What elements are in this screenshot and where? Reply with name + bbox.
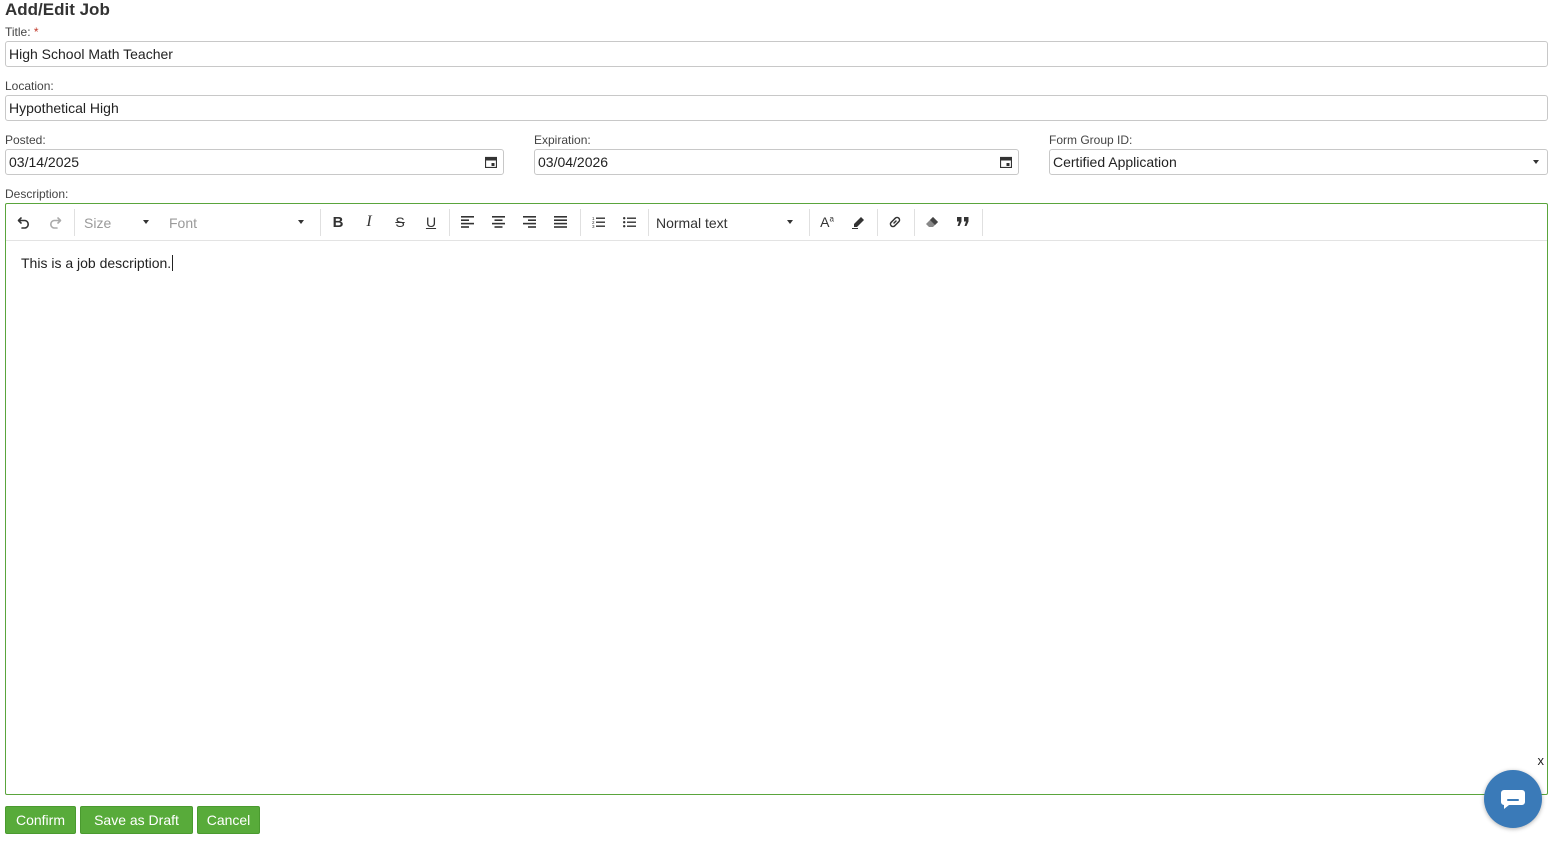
calendar-icon[interactable] (1000, 156, 1012, 168)
font-family-select[interactable]: Font (169, 212, 309, 234)
description-label: Description: (5, 187, 69, 201)
save-as-draft-button[interactable]: Save as Draft (80, 806, 193, 834)
editor-content-area[interactable]: This is a job description. (21, 254, 174, 272)
align-justify-icon (553, 216, 567, 228)
form-group-selected-value: Certified Application (1053, 154, 1177, 170)
align-center-icon (491, 216, 505, 228)
form-group-label: Form Group ID: (1049, 133, 1133, 147)
posted-date-input[interactable]: 03/14/2025 (5, 149, 504, 175)
unordered-list-button[interactable] (618, 211, 640, 233)
expiration-label: Expiration: (534, 133, 591, 147)
location-input[interactable] (5, 95, 1548, 121)
title-label: Title: * (5, 25, 39, 39)
form-group-select[interactable]: Certified Application (1049, 149, 1548, 175)
chevron-down-icon (298, 220, 304, 224)
strikethrough-icon: S (395, 214, 405, 230)
italic-icon: I (366, 213, 372, 230)
toolbar-separator (74, 209, 75, 236)
undo-button[interactable] (13, 211, 35, 233)
title-input[interactable] (5, 41, 1548, 67)
chat-widget-button[interactable] (1484, 770, 1542, 828)
chevron-down-icon (787, 220, 793, 224)
font-family-placeholder: Font (169, 215, 198, 231)
align-justify-button[interactable] (549, 211, 571, 233)
posted-date-value: 03/14/2025 (9, 154, 80, 170)
highlight-icon (851, 216, 864, 229)
eraser-icon (926, 216, 938, 227)
toolbar-separator (877, 209, 878, 236)
chevron-down-icon (143, 220, 149, 224)
font-color-icon: Aa (820, 214, 834, 230)
expiration-date-input[interactable]: 03/04/2026 (534, 149, 1019, 175)
align-left-icon (460, 216, 474, 228)
italic-button[interactable]: I (358, 211, 380, 233)
align-center-button[interactable] (487, 211, 509, 233)
font-color-button[interactable]: Aa (816, 211, 838, 233)
close-editor-button[interactable]: x (1538, 754, 1545, 768)
ordered-list-icon: 1 2 3 (592, 216, 605, 228)
expiration-date-value: 03/04/2026 (538, 154, 609, 170)
align-right-button[interactable] (518, 211, 540, 233)
toolbar-separator (648, 209, 649, 236)
clear-format-button[interactable] (921, 211, 943, 233)
underline-button[interactable]: U (420, 211, 442, 233)
editor-content-text: This is a job description. (21, 255, 172, 271)
block-format-select[interactable]: Normal text (656, 212, 806, 234)
block-format-value: Normal text (656, 215, 728, 231)
bold-icon: B (332, 213, 344, 231)
align-right-icon (522, 216, 536, 228)
link-icon (889, 216, 901, 228)
highlight-button[interactable] (847, 211, 869, 233)
toolbar-separator (449, 209, 450, 236)
bold-button[interactable]: B (327, 211, 349, 233)
page-title: Add/Edit Job (5, 0, 110, 19)
redo-icon (50, 217, 62, 229)
chat-icon (1501, 790, 1525, 809)
required-marker: * (33, 25, 39, 39)
link-button[interactable] (884, 211, 906, 233)
strikethrough-button[interactable]: S (389, 211, 411, 233)
underline-icon: U (425, 214, 437, 230)
rich-text-editor: Size Font B I S U 1 2 3 Normal text Aa T… (5, 203, 1548, 795)
blockquote-button[interactable] (952, 211, 974, 233)
toolbar-separator (320, 209, 321, 236)
quote-icon (957, 217, 969, 226)
undo-icon (17, 217, 29, 229)
cancel-button[interactable]: Cancel (197, 806, 260, 834)
editor-toolbar: Size Font B I S U 1 2 3 Normal text Aa (6, 204, 1547, 241)
text-cursor (172, 255, 174, 271)
redo-button[interactable] (44, 211, 66, 233)
location-label: Location: (5, 79, 54, 93)
confirm-button[interactable]: Confirm (5, 806, 76, 834)
toolbar-separator (809, 209, 810, 236)
font-size-placeholder: Size (84, 215, 112, 231)
posted-label: Posted: (5, 133, 46, 147)
align-left-button[interactable] (456, 211, 478, 233)
ordered-list-button[interactable]: 1 2 3 (587, 211, 609, 233)
calendar-icon[interactable] (485, 156, 497, 168)
unordered-list-icon (622, 217, 636, 228)
svg-text:3: 3 (592, 224, 595, 228)
chevron-down-icon (1533, 160, 1539, 164)
title-label-text: Title: (5, 25, 31, 39)
toolbar-separator (580, 209, 581, 236)
toolbar-separator (982, 209, 983, 236)
toolbar-separator (914, 209, 915, 236)
